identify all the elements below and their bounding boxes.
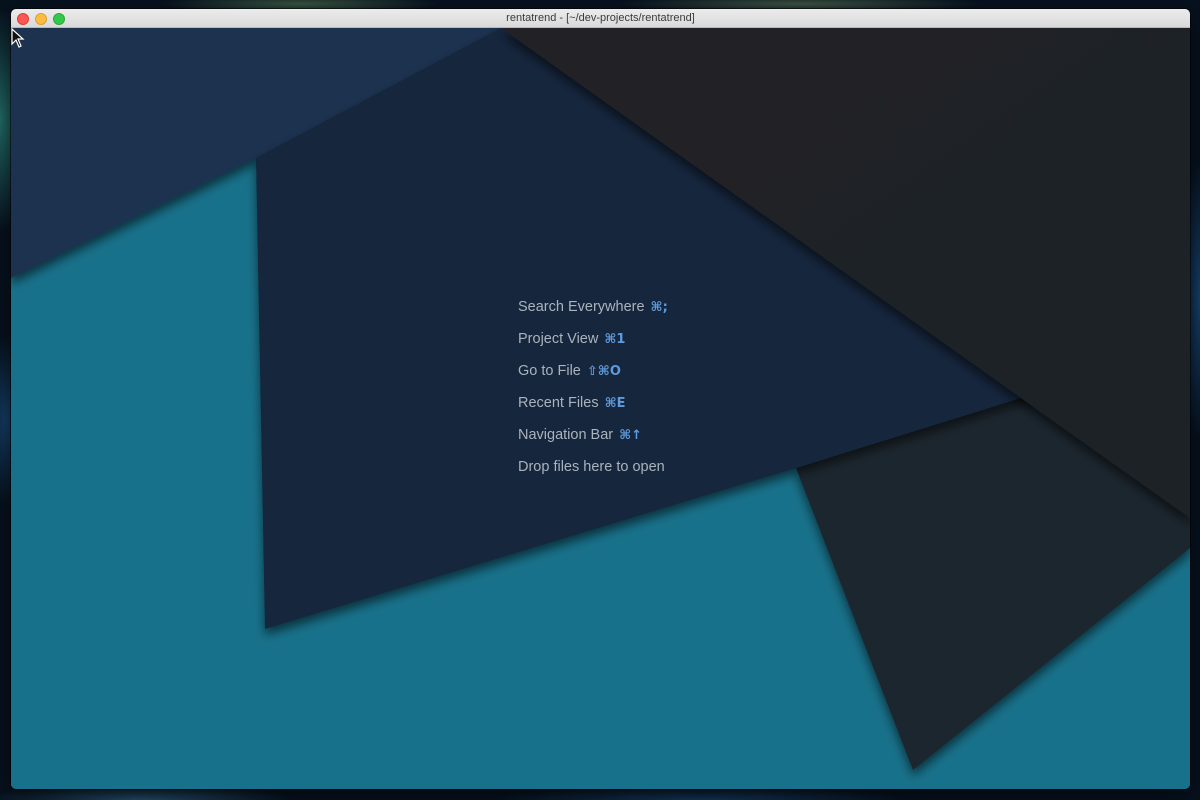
hint-go-to-file: Go to File ⇧⌘O xyxy=(518,362,668,394)
hint-label: Search Everywhere xyxy=(518,299,645,315)
title-bar[interactable]: rentatrend - [~/dev-projects/rentatrend] xyxy=(11,9,1190,28)
hint-search-everywhere: Search Everywhere ⌘; xyxy=(518,298,668,330)
hint-drop-files: Drop files here to open xyxy=(518,458,668,490)
editor-empty-area[interactable]: Search Everywhere ⌘; Project View ⌘1 Go to… xyxy=(11,28,1190,789)
hint-navigation-bar: Navigation Bar ⌘↑ xyxy=(518,426,668,458)
hint-label: Navigation Bar xyxy=(518,427,614,443)
mouse-pointer-icon xyxy=(11,28,25,48)
empty-editor-hints: Search Everywhere ⌘; Project View ⌘1 Go to… xyxy=(518,298,668,490)
window-title: rentatrend - [~/dev-projects/rentatrend] xyxy=(506,12,695,24)
hint-label: Project View xyxy=(518,331,599,347)
hint-shortcut: ⌘↑ xyxy=(619,428,643,443)
hint-project-view: Project View ⌘1 xyxy=(518,330,668,362)
hint-shortcut: ⌘E xyxy=(604,396,626,411)
hint-recent-files: Recent Files ⌘E xyxy=(518,394,668,426)
hint-shortcut: ⌘; xyxy=(650,300,668,315)
ide-window: rentatrend - [~/dev-projects/rentatrend] xyxy=(11,9,1190,789)
hint-shortcut: ⇧⌘O xyxy=(586,364,621,379)
hint-label: Drop files here to open xyxy=(518,459,665,475)
hint-label: Recent Files xyxy=(518,395,599,411)
hint-shortcut: ⌘1 xyxy=(604,332,626,347)
hint-label: Go to File xyxy=(518,363,581,379)
